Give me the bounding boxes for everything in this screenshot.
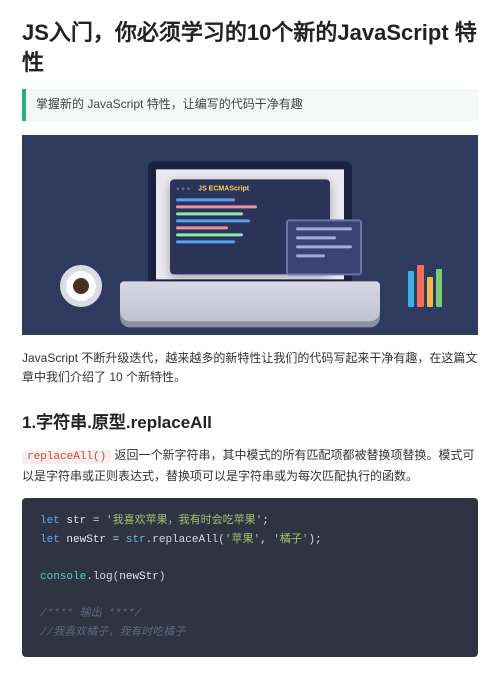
section-1-heading: 1.字符串.原型.replaceAll bbox=[22, 409, 478, 436]
popup-icon bbox=[286, 219, 362, 275]
intro-paragraph: JavaScript 不断升级迭代，越来越多的新特性让我们的代码写起来干净有趣，… bbox=[22, 349, 478, 387]
page-title: JS入门，你必须学习的10个新的JavaScript 特性 bbox=[22, 18, 478, 77]
code-example: let str = '我喜欢苹果，我有时会吃苹果'; let newStr = … bbox=[22, 498, 478, 657]
books-icon bbox=[408, 263, 442, 307]
laptop-icon: JS ECMAScript bbox=[120, 161, 380, 321]
coffee-cup-icon bbox=[60, 265, 102, 307]
section-1-description: replaceAll() 返回一个新字符串，其中模式的所有匹配项都被替换项替换。… bbox=[22, 446, 478, 486]
callout-bar: 掌握新的 JavaScript 特性，让编写的代码干净有趣 bbox=[22, 89, 478, 120]
code-window-title: JS ECMAScript bbox=[198, 185, 249, 192]
method-name-code: replaceAll() bbox=[22, 450, 111, 464]
hero-illustration: JS ECMAScript bbox=[22, 135, 478, 335]
